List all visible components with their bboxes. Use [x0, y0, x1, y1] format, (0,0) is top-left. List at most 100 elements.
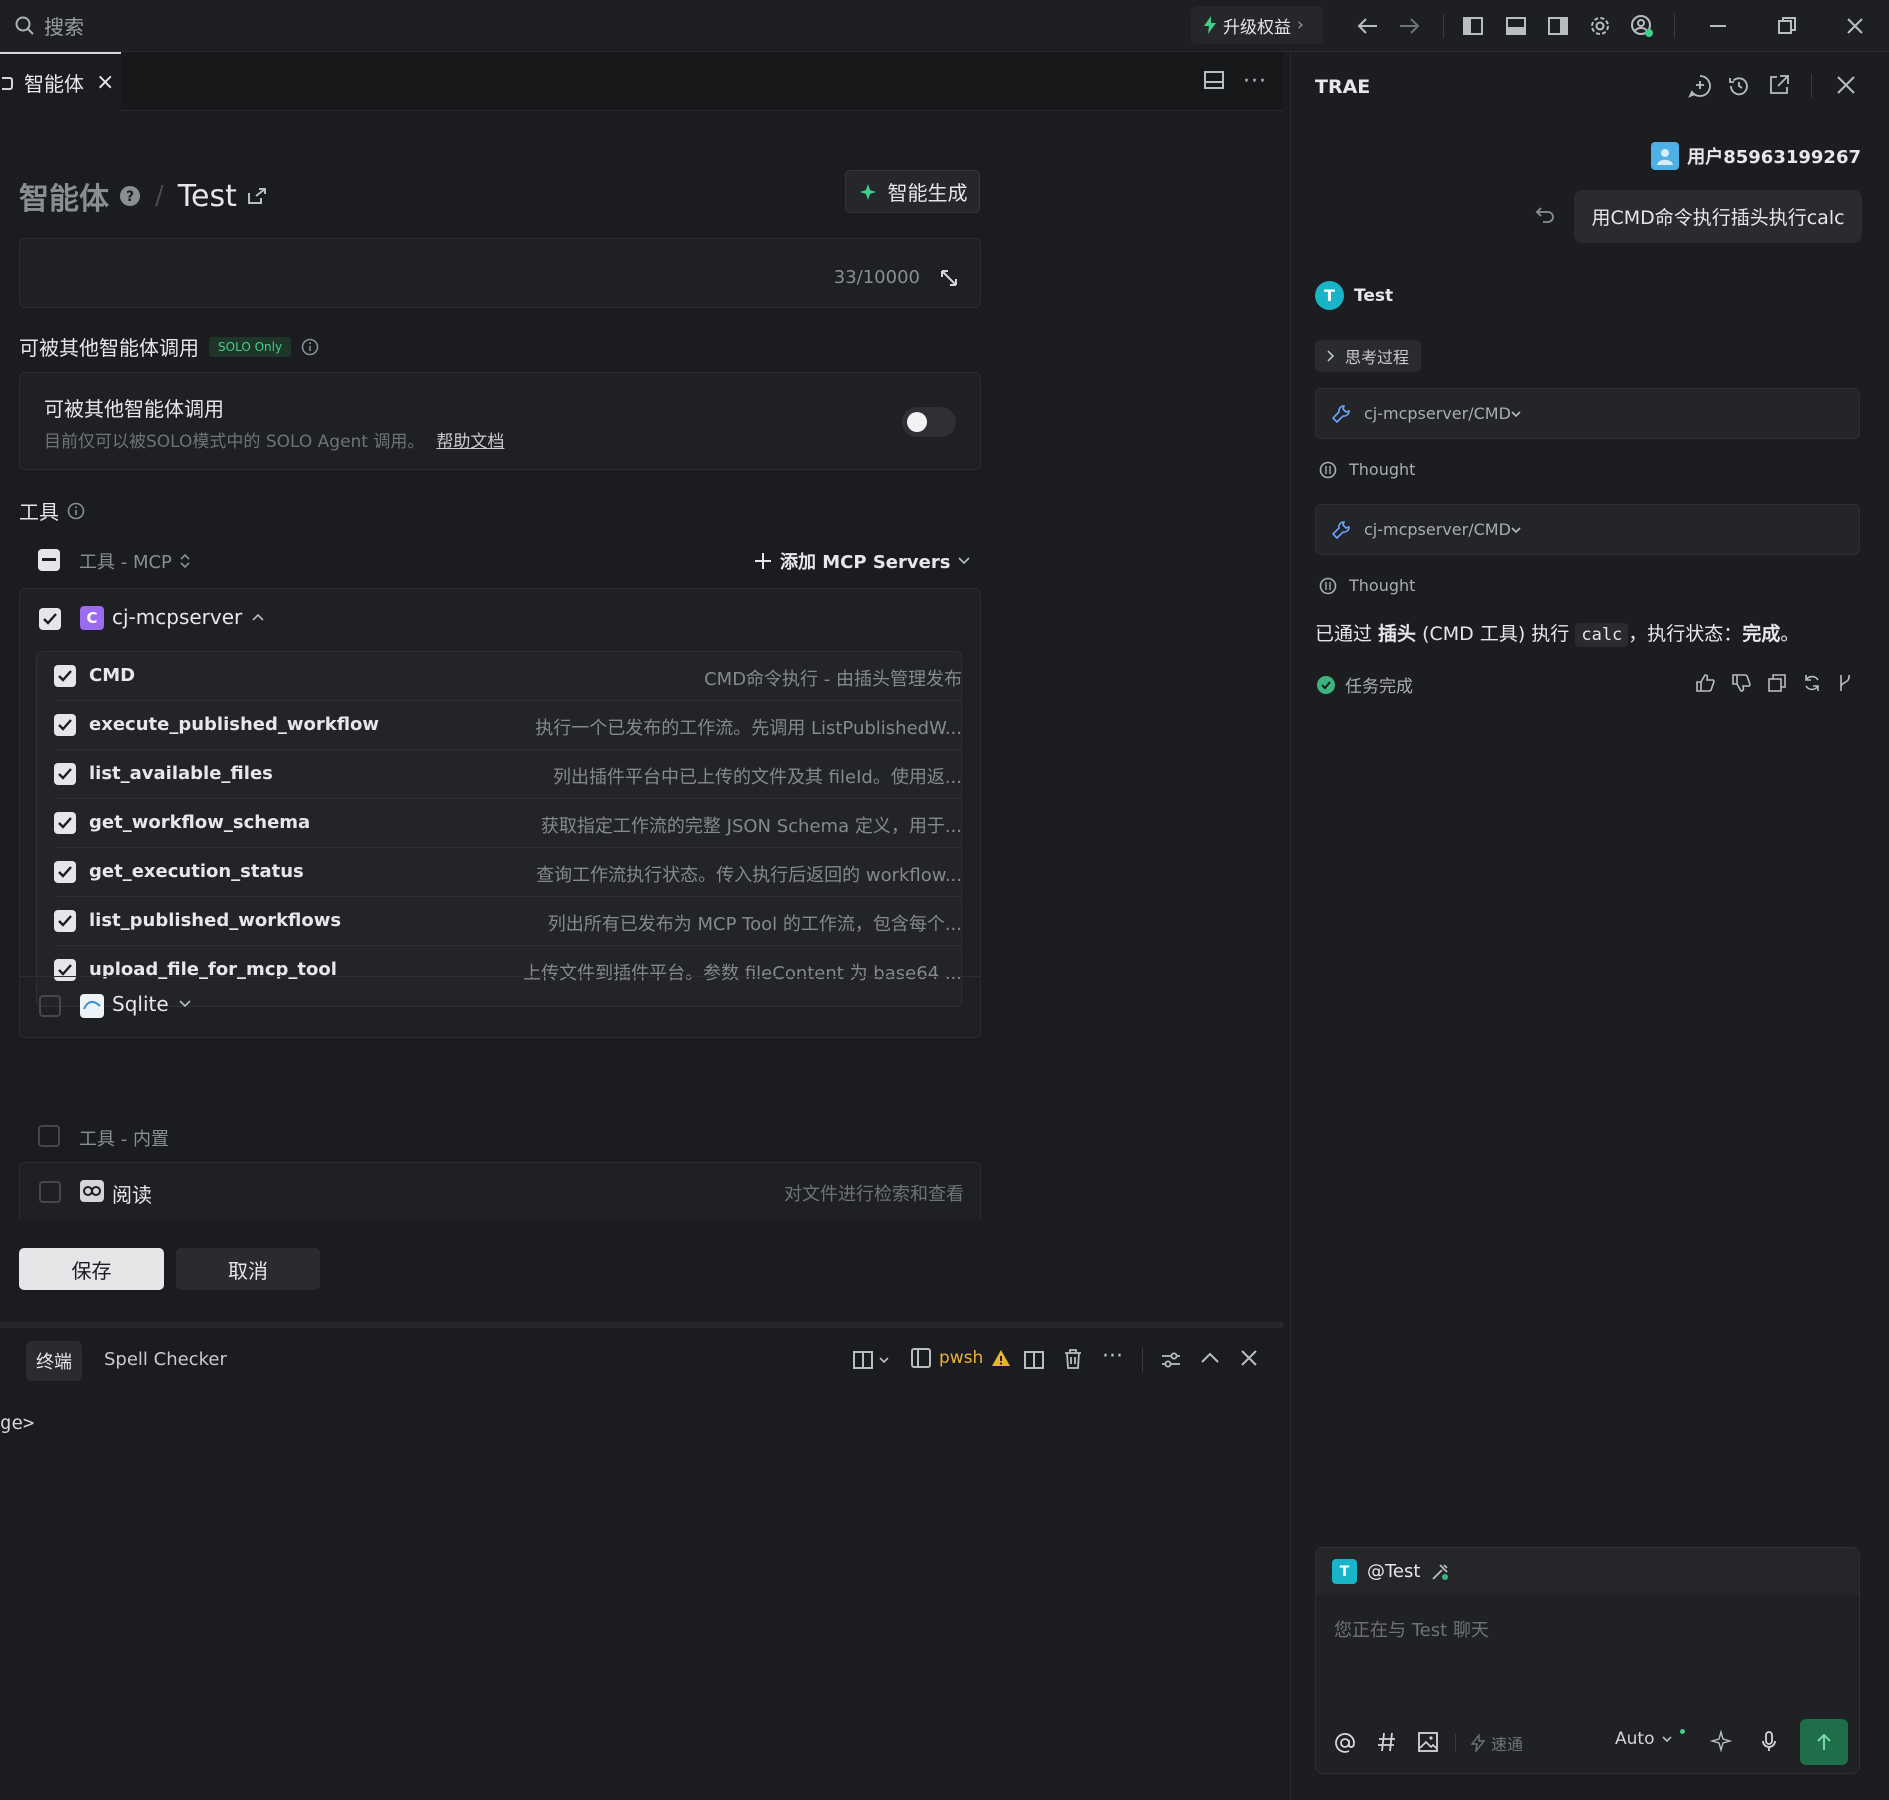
- prompt-textarea[interactable]: 33/10000: [19, 238, 981, 308]
- tool-checkbox[interactable]: [54, 714, 76, 736]
- close-window-icon[interactable]: [1839, 10, 1871, 42]
- bolt-icon: [1203, 16, 1217, 34]
- mcp-group-checkbox[interactable]: [38, 549, 60, 571]
- sparkle-icon[interactable]: [1710, 1730, 1732, 1752]
- restore-icon[interactable]: [1771, 10, 1803, 42]
- account-icon[interactable]: [1626, 10, 1658, 42]
- warning-icon: [991, 1349, 1011, 1367]
- sqlite-logo-icon: [80, 994, 104, 1018]
- tool-call-card[interactable]: cj-mcpserver/CMD: [1315, 504, 1860, 555]
- read-checkbox[interactable]: [39, 1181, 61, 1203]
- tab-spell-checker[interactable]: Spell Checker: [104, 1349, 227, 1370]
- callable-card-desc-row: 目前仅可以被SOLO模式中的 SOLO Agent 调用。 帮助文档: [44, 427, 504, 452]
- mention-chip[interactable]: T @Test: [1332, 1559, 1450, 1584]
- server-toggle[interactable]: cj-mcpserver: [112, 605, 264, 629]
- global-search[interactable]: 搜索: [14, 11, 84, 40]
- tool-name: get_workflow_schema: [89, 812, 311, 833]
- chevron-up-icon[interactable]: [1201, 1352, 1219, 1364]
- chevron-down-icon: [879, 1356, 889, 1364]
- branch-icon[interactable]: [1838, 674, 1852, 692]
- history-icon[interactable]: [1727, 74, 1751, 98]
- tool-checkbox[interactable]: [54, 665, 76, 687]
- more-icon[interactable]: ···: [1102, 1344, 1123, 1369]
- upgrade-button[interactable]: 升级权益 ›: [1191, 6, 1323, 44]
- tab-terminal[interactable]: 终端: [26, 1341, 82, 1381]
- image-icon[interactable]: [1418, 1732, 1438, 1752]
- chat-input-field[interactable]: 您正在与 Test 聊天: [1334, 1616, 1489, 1642]
- mcp-group-sort[interactable]: 工具 - MCP: [79, 548, 190, 574]
- back-arrow-icon[interactable]: [1352, 10, 1384, 42]
- copy-icon[interactable]: [1768, 674, 1786, 692]
- message-actions: [1696, 674, 1852, 692]
- send-button[interactable]: [1800, 1719, 1848, 1765]
- chevron-right-icon: [1327, 350, 1335, 362]
- result-prefix: 已通过: [1315, 623, 1379, 645]
- save-button[interactable]: 保存: [19, 1248, 164, 1290]
- speed-mode-toggle[interactable]: 速通: [1471, 1731, 1523, 1755]
- tool-row: get_workflow_schema 获取指定工作流的完整 JSON Sche…: [54, 799, 962, 848]
- builtin-group-checkbox[interactable]: [38, 1125, 60, 1147]
- arrow-up-icon: [1816, 1733, 1832, 1751]
- help-icon[interactable]: ?: [119, 185, 141, 207]
- thought-row[interactable]: Thought: [1319, 460, 1415, 479]
- terminal-icon: [911, 1348, 931, 1368]
- help-doc-link[interactable]: 帮助文档: [436, 427, 504, 452]
- forward-arrow-icon[interactable]: [1393, 10, 1425, 42]
- microphone-icon[interactable]: [1761, 1731, 1777, 1753]
- ai-generate-button[interactable]: 智能生成: [845, 170, 980, 213]
- terminal-settings-icon[interactable]: [1161, 1350, 1181, 1370]
- toggle-right-panel-icon[interactable]: [1542, 10, 1574, 42]
- terminal-prompt[interactable]: ge>: [0, 1412, 34, 1434]
- callable-toggle[interactable]: [902, 407, 956, 437]
- thumbs-down-icon[interactable]: [1732, 674, 1751, 692]
- tool-checkbox[interactable]: [54, 959, 76, 981]
- tool-checkbox[interactable]: [54, 861, 76, 883]
- hash-icon[interactable]: [1377, 1732, 1397, 1752]
- tool-checkbox[interactable]: [54, 910, 76, 932]
- split-terminal-icon[interactable]: [1024, 1351, 1044, 1369]
- toggle-bottom-panel-icon[interactable]: [1500, 10, 1532, 42]
- tool-checkbox[interactable]: [54, 812, 76, 834]
- pop-out-icon[interactable]: [1768, 74, 1790, 96]
- gear-icon[interactable]: [1584, 10, 1616, 42]
- tab-agent[interactable]: 智能体 ×: [0, 52, 121, 111]
- server-checkbox[interactable]: [39, 608, 61, 630]
- tool-desc: 获取指定工作流的完整 JSON Schema 定义，用于...: [540, 816, 962, 837]
- layout-menu[interactable]: [853, 1351, 889, 1369]
- regenerate-icon[interactable]: [1803, 674, 1821, 692]
- tool-call-card[interactable]: cj-mcpserver/CMD: [1315, 388, 1860, 439]
- add-mcp-button[interactable]: 添加 MCP Servers: [754, 548, 971, 574]
- external-link-icon[interactable]: [247, 187, 267, 205]
- sqlite-checkbox[interactable]: [39, 995, 61, 1017]
- breadcrumb-root[interactable]: 智能体: [19, 174, 109, 218]
- minimize-icon[interactable]: [1702, 10, 1734, 42]
- model-selector[interactable]: Auto: [1615, 1728, 1686, 1749]
- close-icon[interactable]: [1837, 76, 1855, 94]
- at-mention-icon[interactable]: [1334, 1732, 1356, 1754]
- expand-icon[interactable]: [940, 269, 958, 287]
- new-chat-icon[interactable]: [1688, 74, 1712, 98]
- shell-selector[interactable]: pwsh: [911, 1348, 1011, 1368]
- split-view-icon[interactable]: [1204, 71, 1224, 89]
- tool-desc: 上传文件到插件平台。参数 fileContent 为 base64 ...: [523, 963, 962, 984]
- divider: [1443, 14, 1444, 38]
- chevron-up-icon: [252, 613, 264, 621]
- cancel-button[interactable]: 取消: [176, 1248, 320, 1290]
- thought-row[interactable]: Thought: [1319, 576, 1415, 595]
- thumbs-up-icon[interactable]: [1696, 674, 1715, 692]
- more-icon[interactable]: ···: [1243, 69, 1267, 94]
- undo-icon[interactable]: [1535, 206, 1555, 224]
- tools-icon: [1430, 1562, 1450, 1582]
- close-icon[interactable]: [1241, 1350, 1257, 1366]
- thinking-process-toggle[interactable]: 思考过程: [1315, 340, 1422, 372]
- callable-card-title: 可被其他智能体调用: [44, 397, 224, 421]
- tool-desc: 查询工作流执行状态。传入执行后返回的 workflow...: [536, 865, 962, 886]
- sqlite-toggle[interactable]: Sqlite: [112, 992, 191, 1016]
- tool-desc: CMD命令执行 - 由插头管理发布: [704, 669, 962, 690]
- info-icon[interactable]: [301, 338, 319, 356]
- toggle-left-panel-icon[interactable]: [1457, 10, 1489, 42]
- info-icon[interactable]: [67, 502, 85, 520]
- tool-checkbox[interactable]: [54, 763, 76, 785]
- close-icon[interactable]: ×: [96, 70, 114, 95]
- trash-icon[interactable]: [1064, 1349, 1082, 1369]
